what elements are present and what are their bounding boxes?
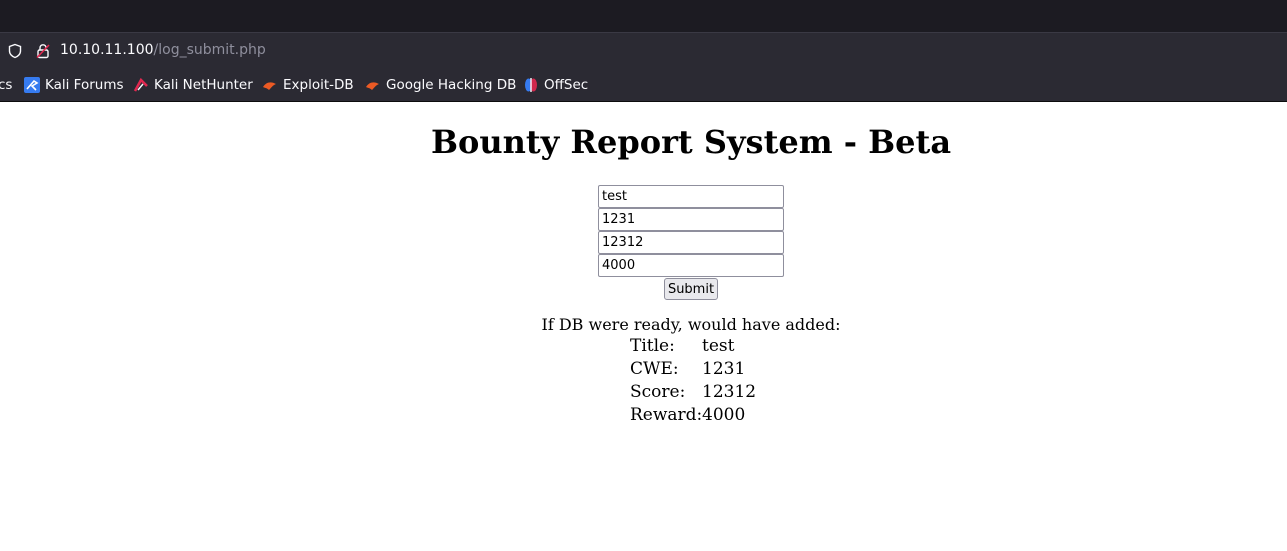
offsec-icon bbox=[523, 77, 539, 93]
url-path: /log_submit.php bbox=[153, 42, 266, 58]
result-value: 1231 bbox=[702, 359, 746, 379]
result-heading: If DB were ready, would have added: bbox=[541, 315, 841, 334]
ghdb-icon bbox=[365, 77, 381, 93]
reward-field[interactable] bbox=[598, 254, 784, 277]
url-text[interactable]: 10.10.11.100/log_submit.php bbox=[60, 42, 266, 58]
bookmark-truncated[interactable]: cs bbox=[0, 77, 12, 93]
bookmark-exploit-db[interactable]: Exploit-DB bbox=[262, 77, 354, 93]
score-field[interactable] bbox=[598, 231, 784, 254]
kali-nethunter-icon bbox=[133, 77, 149, 93]
page-content: Bounty Report System - Beta Submit If DB… bbox=[0, 102, 1287, 551]
bookmark-label: Exploit-DB bbox=[283, 77, 354, 93]
result-label: Title: bbox=[630, 336, 675, 356]
page-title: Bounty Report System - Beta bbox=[430, 123, 952, 161]
bookmark-kali-nethunter[interactable]: Kali NetHunter bbox=[133, 77, 253, 93]
bookmark-google-hacking-db[interactable]: Google Hacking DB bbox=[365, 77, 516, 93]
submit-button[interactable]: Submit bbox=[664, 278, 718, 300]
bookmarks-toolbar: cs Kali Forums Kali NetHunter Exploit-DB… bbox=[0, 68, 1287, 102]
bookmark-label: Kali Forums bbox=[45, 77, 124, 93]
result-value: 12312 bbox=[702, 382, 757, 402]
result-label: CWE: bbox=[630, 359, 679, 379]
result-value: test bbox=[702, 336, 735, 356]
result-value: 4000 bbox=[702, 405, 746, 425]
bookmark-kali-forums[interactable]: Kali Forums bbox=[24, 77, 124, 93]
shield-icon[interactable] bbox=[7, 43, 23, 64]
kali-forums-icon bbox=[24, 77, 40, 93]
bookmark-label: OffSec bbox=[544, 77, 589, 93]
title-field[interactable] bbox=[598, 185, 784, 208]
cwe-field[interactable] bbox=[598, 208, 784, 231]
result-label: Reward: bbox=[630, 405, 703, 425]
url-host: 10.10.11.100 bbox=[60, 42, 154, 58]
bookmark-label: Kali NetHunter bbox=[154, 77, 253, 93]
address-bar[interactable]: 10.10.11.100/log_submit.php bbox=[0, 32, 1287, 68]
bookmark-offsec[interactable]: OffSec bbox=[523, 77, 588, 93]
exploit-db-icon bbox=[262, 77, 278, 93]
insecure-lock-icon[interactable] bbox=[35, 43, 51, 64]
bookmark-label: cs bbox=[0, 77, 13, 93]
result-label: Score: bbox=[630, 382, 686, 402]
bookmark-label: Google Hacking DB bbox=[386, 77, 517, 93]
browser-tab-strip bbox=[0, 0, 1287, 32]
